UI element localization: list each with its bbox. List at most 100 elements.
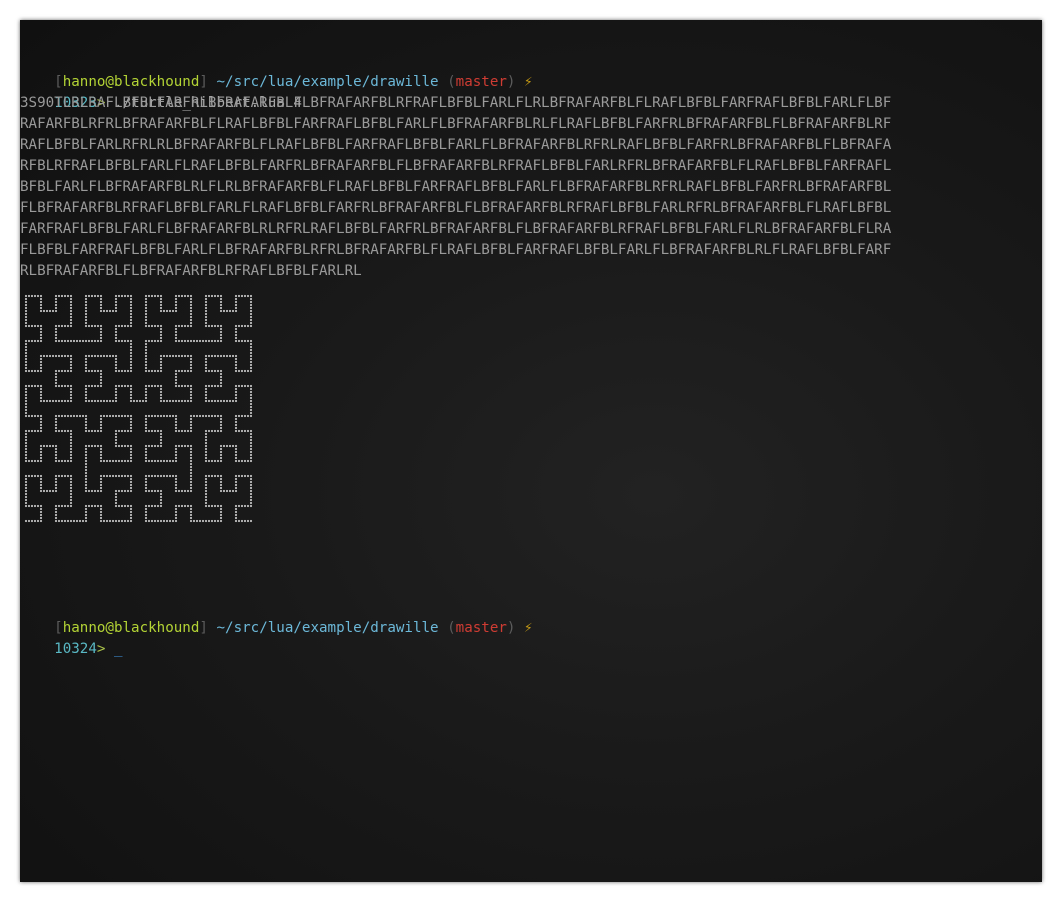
braille-dot bbox=[54, 309, 58, 313]
braille-dot bbox=[144, 510, 148, 514]
braille-dot bbox=[39, 369, 43, 373]
braille-dot bbox=[189, 504, 193, 508]
braille-dot bbox=[63, 354, 67, 358]
braille-dot bbox=[24, 453, 28, 457]
braille-dot bbox=[210, 519, 214, 523]
lightning-bolt-icon: ⚡ bbox=[524, 620, 533, 636]
braille-dot bbox=[81, 414, 85, 418]
braille-dot bbox=[219, 474, 223, 478]
braille-dot bbox=[159, 399, 163, 403]
braille-dot bbox=[222, 354, 226, 358]
braille-dot bbox=[129, 480, 133, 484]
braille-dot bbox=[129, 396, 133, 400]
braille-dot bbox=[234, 480, 238, 484]
braille-dot bbox=[219, 414, 223, 418]
braille-dot bbox=[219, 372, 223, 376]
braille-dot bbox=[144, 513, 148, 517]
braille-dot bbox=[174, 429, 178, 433]
braille-dot bbox=[186, 429, 190, 433]
braille-dot bbox=[210, 294, 214, 298]
braille-dot bbox=[84, 519, 88, 523]
braille-dot bbox=[180, 399, 184, 403]
braille-dot bbox=[105, 519, 109, 523]
braille-dot bbox=[63, 324, 67, 328]
braille-dot bbox=[168, 519, 172, 523]
terminal-window[interactable]: [hanno@blackhound] ~/src/lua/example/dra… bbox=[20, 20, 1042, 882]
braille-dot bbox=[63, 414, 67, 418]
braille-dot bbox=[162, 414, 166, 418]
braille-dot bbox=[84, 414, 88, 418]
braille-dot bbox=[249, 432, 253, 436]
braille-dot bbox=[174, 303, 178, 307]
braille-dot bbox=[99, 459, 103, 463]
braille-dot bbox=[129, 345, 133, 349]
braille-dot bbox=[96, 294, 100, 298]
braille-dot bbox=[24, 312, 28, 316]
braille-dot bbox=[24, 318, 28, 322]
braille-dot bbox=[204, 387, 208, 391]
braille-dot bbox=[189, 366, 193, 370]
braille-dot bbox=[219, 459, 223, 463]
braille-dot bbox=[174, 480, 178, 484]
braille-dot bbox=[144, 477, 148, 481]
braille-dot bbox=[249, 489, 253, 493]
braille-dot bbox=[63, 399, 67, 403]
braille-dot bbox=[249, 399, 253, 403]
braille-dot bbox=[210, 399, 214, 403]
braille-dot bbox=[150, 519, 154, 523]
command-line[interactable]: 10324> _ bbox=[20, 618, 122, 657]
braille-dot bbox=[219, 507, 223, 511]
braille-dot bbox=[234, 357, 238, 361]
braille-dot bbox=[36, 504, 40, 508]
braille-dot bbox=[204, 414, 208, 418]
braille-dot bbox=[129, 348, 133, 352]
braille-dot bbox=[150, 339, 154, 343]
braille-dot bbox=[249, 306, 253, 310]
prompt-status-line: [hanno@blackhound] ~/src/lua/example/dra… bbox=[20, 51, 532, 90]
braille-dot bbox=[174, 294, 178, 298]
braille-dot bbox=[147, 429, 151, 433]
braille-dot bbox=[249, 366, 253, 370]
braille-dot bbox=[39, 303, 43, 307]
braille-dot bbox=[81, 519, 85, 523]
braille-dot bbox=[81, 339, 85, 343]
braille-dot bbox=[189, 507, 193, 511]
braille-dot bbox=[219, 354, 223, 358]
braille-dot bbox=[84, 363, 88, 367]
braille-dot bbox=[204, 432, 208, 436]
paren-open: ( bbox=[447, 620, 456, 636]
braille-dot bbox=[90, 384, 94, 388]
braille-dot bbox=[123, 429, 127, 433]
braille-dot bbox=[54, 483, 58, 487]
braille-dot bbox=[117, 339, 121, 343]
braille-dot bbox=[234, 513, 238, 517]
braille-dot bbox=[174, 519, 178, 523]
braille-dot bbox=[234, 297, 238, 301]
braille-dot bbox=[39, 459, 43, 463]
braille-dot bbox=[84, 465, 88, 469]
braille-dot bbox=[171, 414, 175, 418]
braille-dot bbox=[69, 366, 73, 370]
braille-dot bbox=[39, 417, 43, 421]
braille-dot bbox=[99, 336, 103, 340]
braille-dot bbox=[69, 459, 73, 463]
text-cursor[interactable]: _ bbox=[114, 641, 123, 657]
braille-dot bbox=[63, 504, 67, 508]
braille-dot bbox=[183, 384, 187, 388]
braille-dot bbox=[246, 414, 250, 418]
bracket-close: ] bbox=[199, 620, 208, 636]
braille-dot bbox=[57, 399, 61, 403]
braille-dot bbox=[234, 390, 238, 394]
braille-dot bbox=[219, 477, 223, 481]
braille-dot bbox=[204, 360, 208, 364]
braille-dot bbox=[129, 477, 133, 481]
braille-dot bbox=[135, 399, 139, 403]
braille-dot bbox=[54, 459, 58, 463]
braille-dot bbox=[24, 456, 28, 460]
braille-dot bbox=[66, 384, 70, 388]
braille-dot bbox=[69, 447, 73, 451]
braille-dot bbox=[96, 354, 100, 358]
braille-dot bbox=[24, 429, 28, 433]
braille-dot bbox=[69, 480, 73, 484]
braille-dot bbox=[60, 384, 64, 388]
